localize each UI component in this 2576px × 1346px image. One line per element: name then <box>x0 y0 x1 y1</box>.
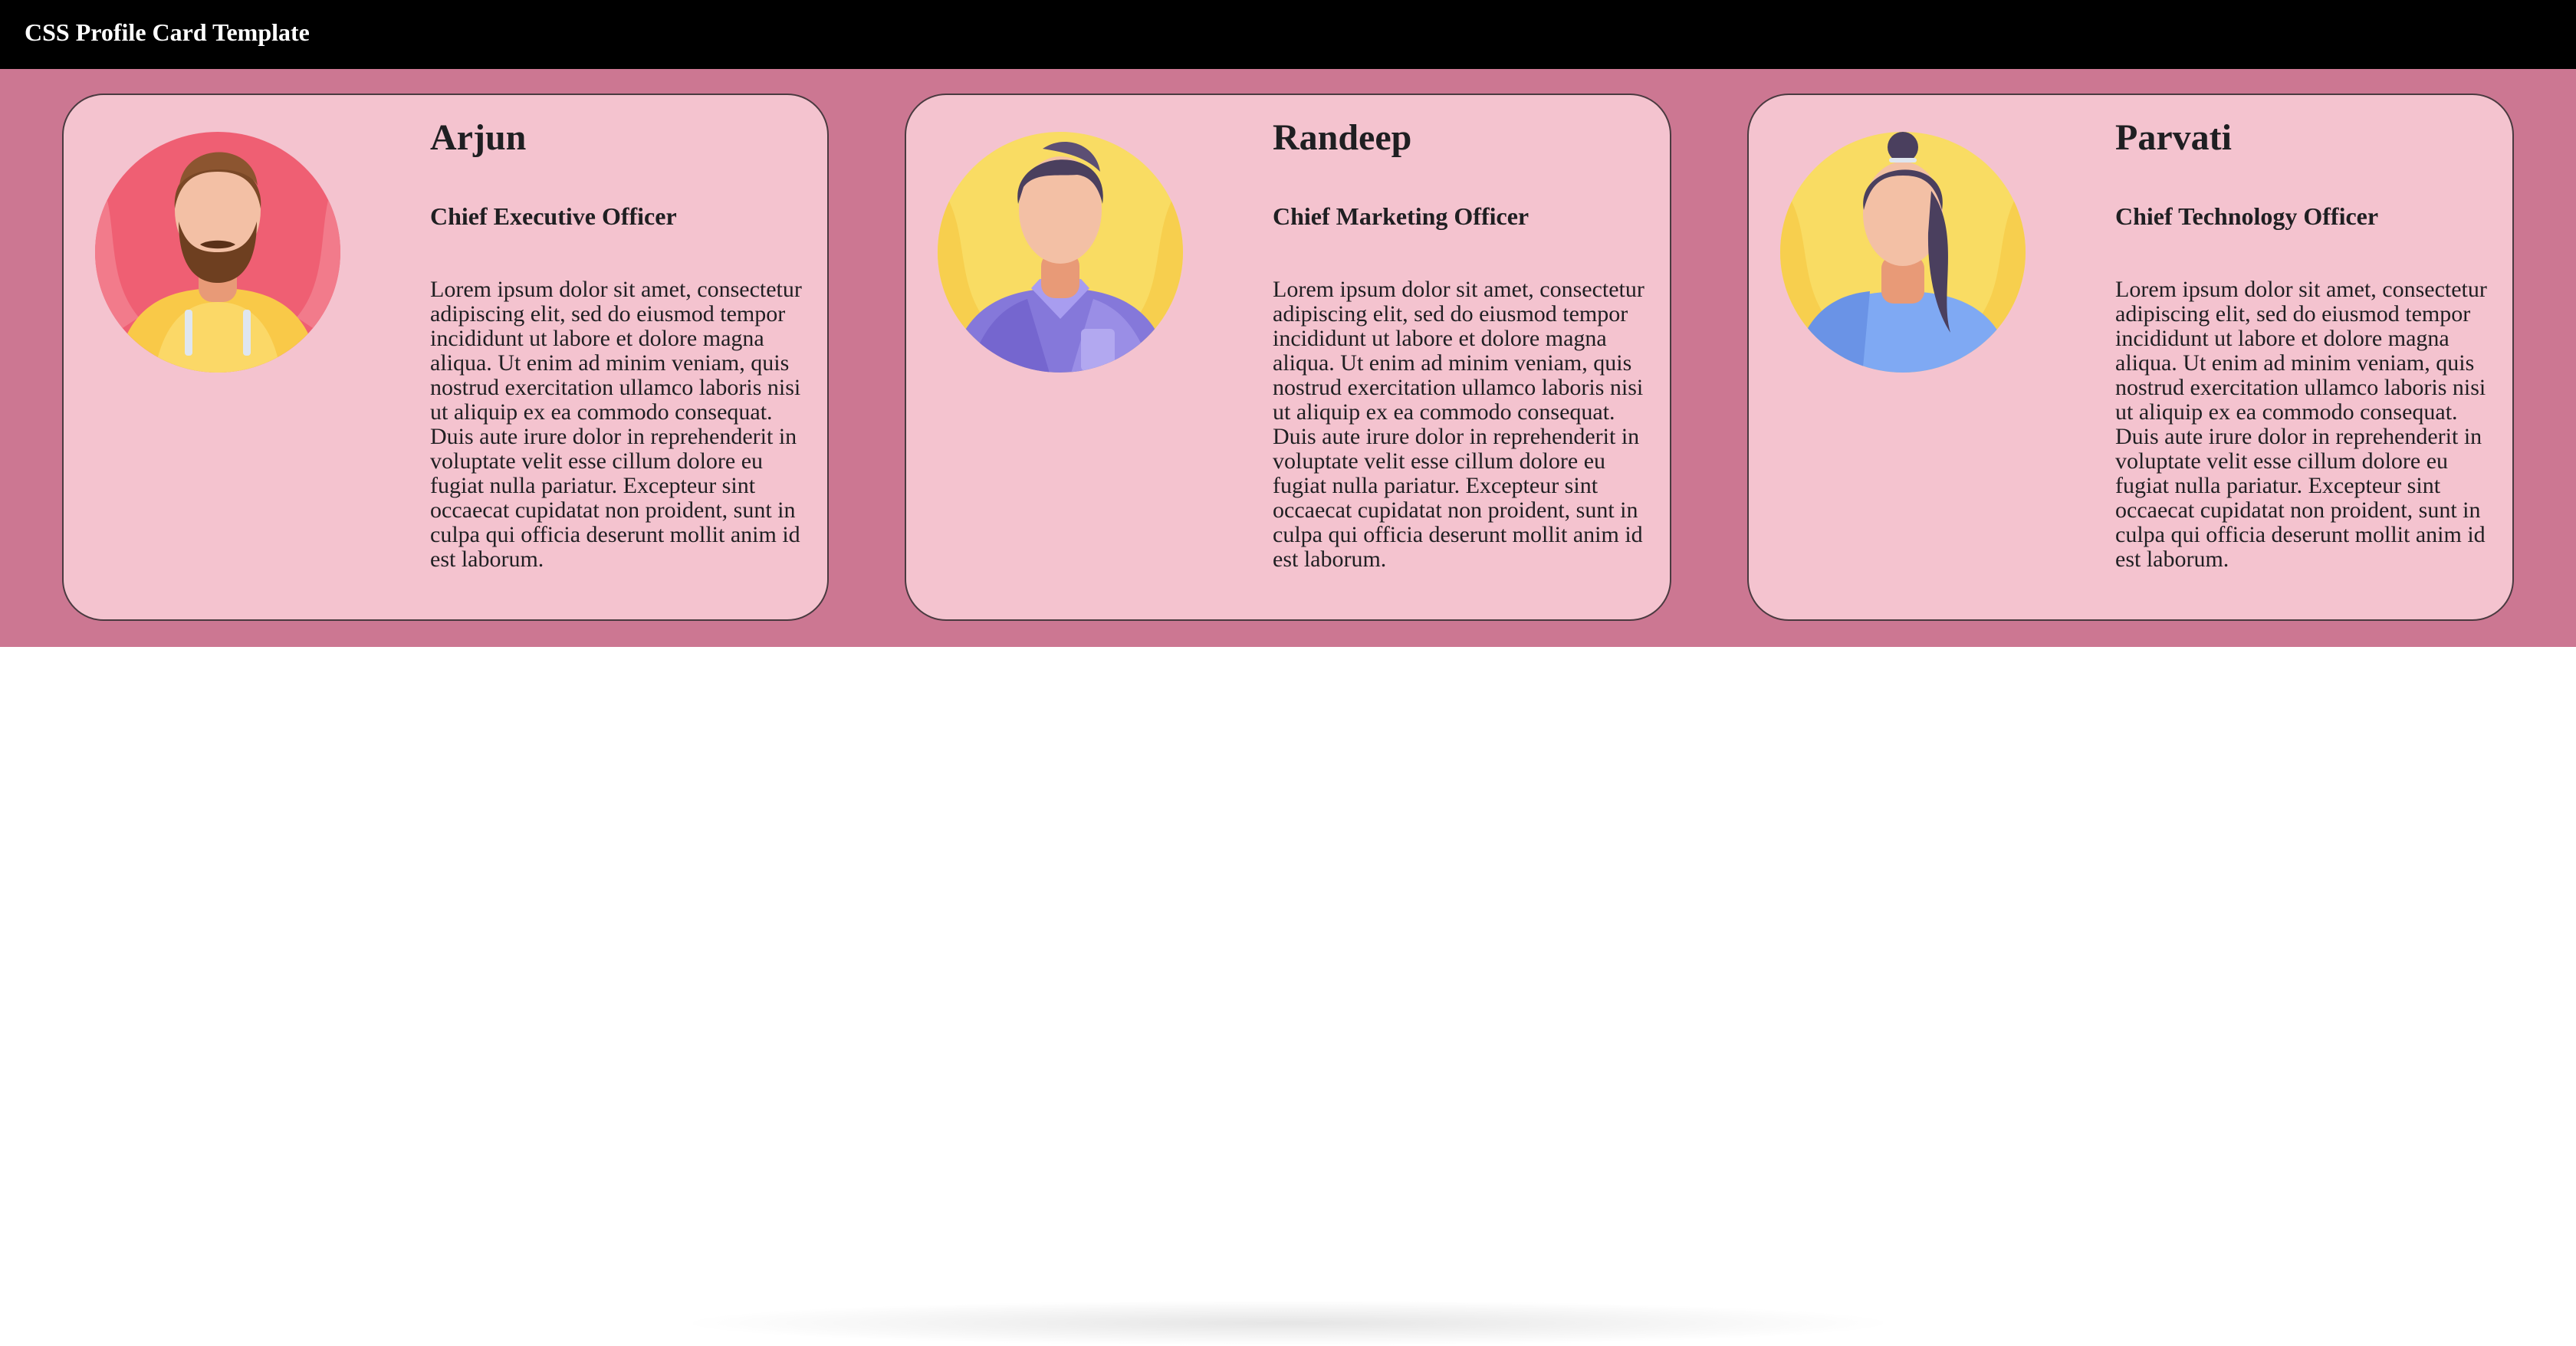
profile-role: Chief Technology Officer <box>2115 202 2379 230</box>
bottom-shadow <box>675 1300 1901 1346</box>
profile-card-arjun: Arjun Chief Executive Officer Lorem ipsu… <box>62 94 829 621</box>
profile-name: Parvati <box>2115 117 2232 158</box>
profile-card-randeep: Randeep Chief Marketing Officer Lorem ip… <box>905 94 1671 621</box>
profile-card-parvati: Parvati Chief Technology Officer Lorem i… <box>1747 94 2514 621</box>
profile-bio: Lorem ipsum dolor sit amet, consectetur … <box>1273 277 1644 572</box>
profile-role: Chief Executive Officer <box>430 202 677 230</box>
man-purple-shirt-avatar-icon <box>935 118 1185 376</box>
profile-bio: Lorem ipsum dolor sit amet, consectetur … <box>430 277 802 572</box>
top-bar: CSS Profile Card Template <box>0 0 2576 69</box>
bearded-man-avatar-icon <box>93 118 343 376</box>
profile-bio: Lorem ipsum dolor sit amet, consectetur … <box>2115 277 2487 572</box>
woman-ponytail-avatar-icon <box>1778 118 2028 376</box>
profile-name: Arjun <box>430 117 527 158</box>
profile-role: Chief Marketing Officer <box>1273 202 1530 230</box>
profile-name: Randeep <box>1273 117 1412 158</box>
page-title: CSS Profile Card Template <box>25 18 310 46</box>
